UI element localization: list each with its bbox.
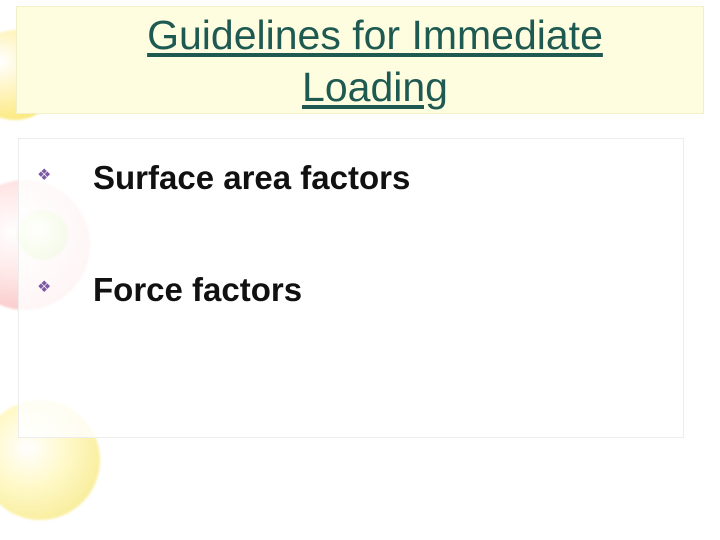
list-item: ❖ Surface area factors: [37, 157, 673, 199]
slide-title: Guidelines for Immediate Loading: [77, 9, 673, 113]
body-box: ❖ Surface area factors ❖ Force factors: [18, 138, 684, 438]
bullet-text: Force factors: [93, 269, 302, 311]
title-band: Guidelines for Immediate Loading: [16, 6, 704, 114]
diamond-bullet-icon: ❖: [37, 168, 59, 184]
slide: Guidelines for Immediate Loading ❖ Surfa…: [0, 0, 720, 540]
bullet-text: Surface area factors: [93, 157, 410, 199]
title-wrap: Guidelines for Immediate Loading: [77, 9, 673, 113]
diamond-bullet-icon: ❖: [37, 280, 59, 296]
list-item: ❖ Force factors: [37, 269, 673, 311]
